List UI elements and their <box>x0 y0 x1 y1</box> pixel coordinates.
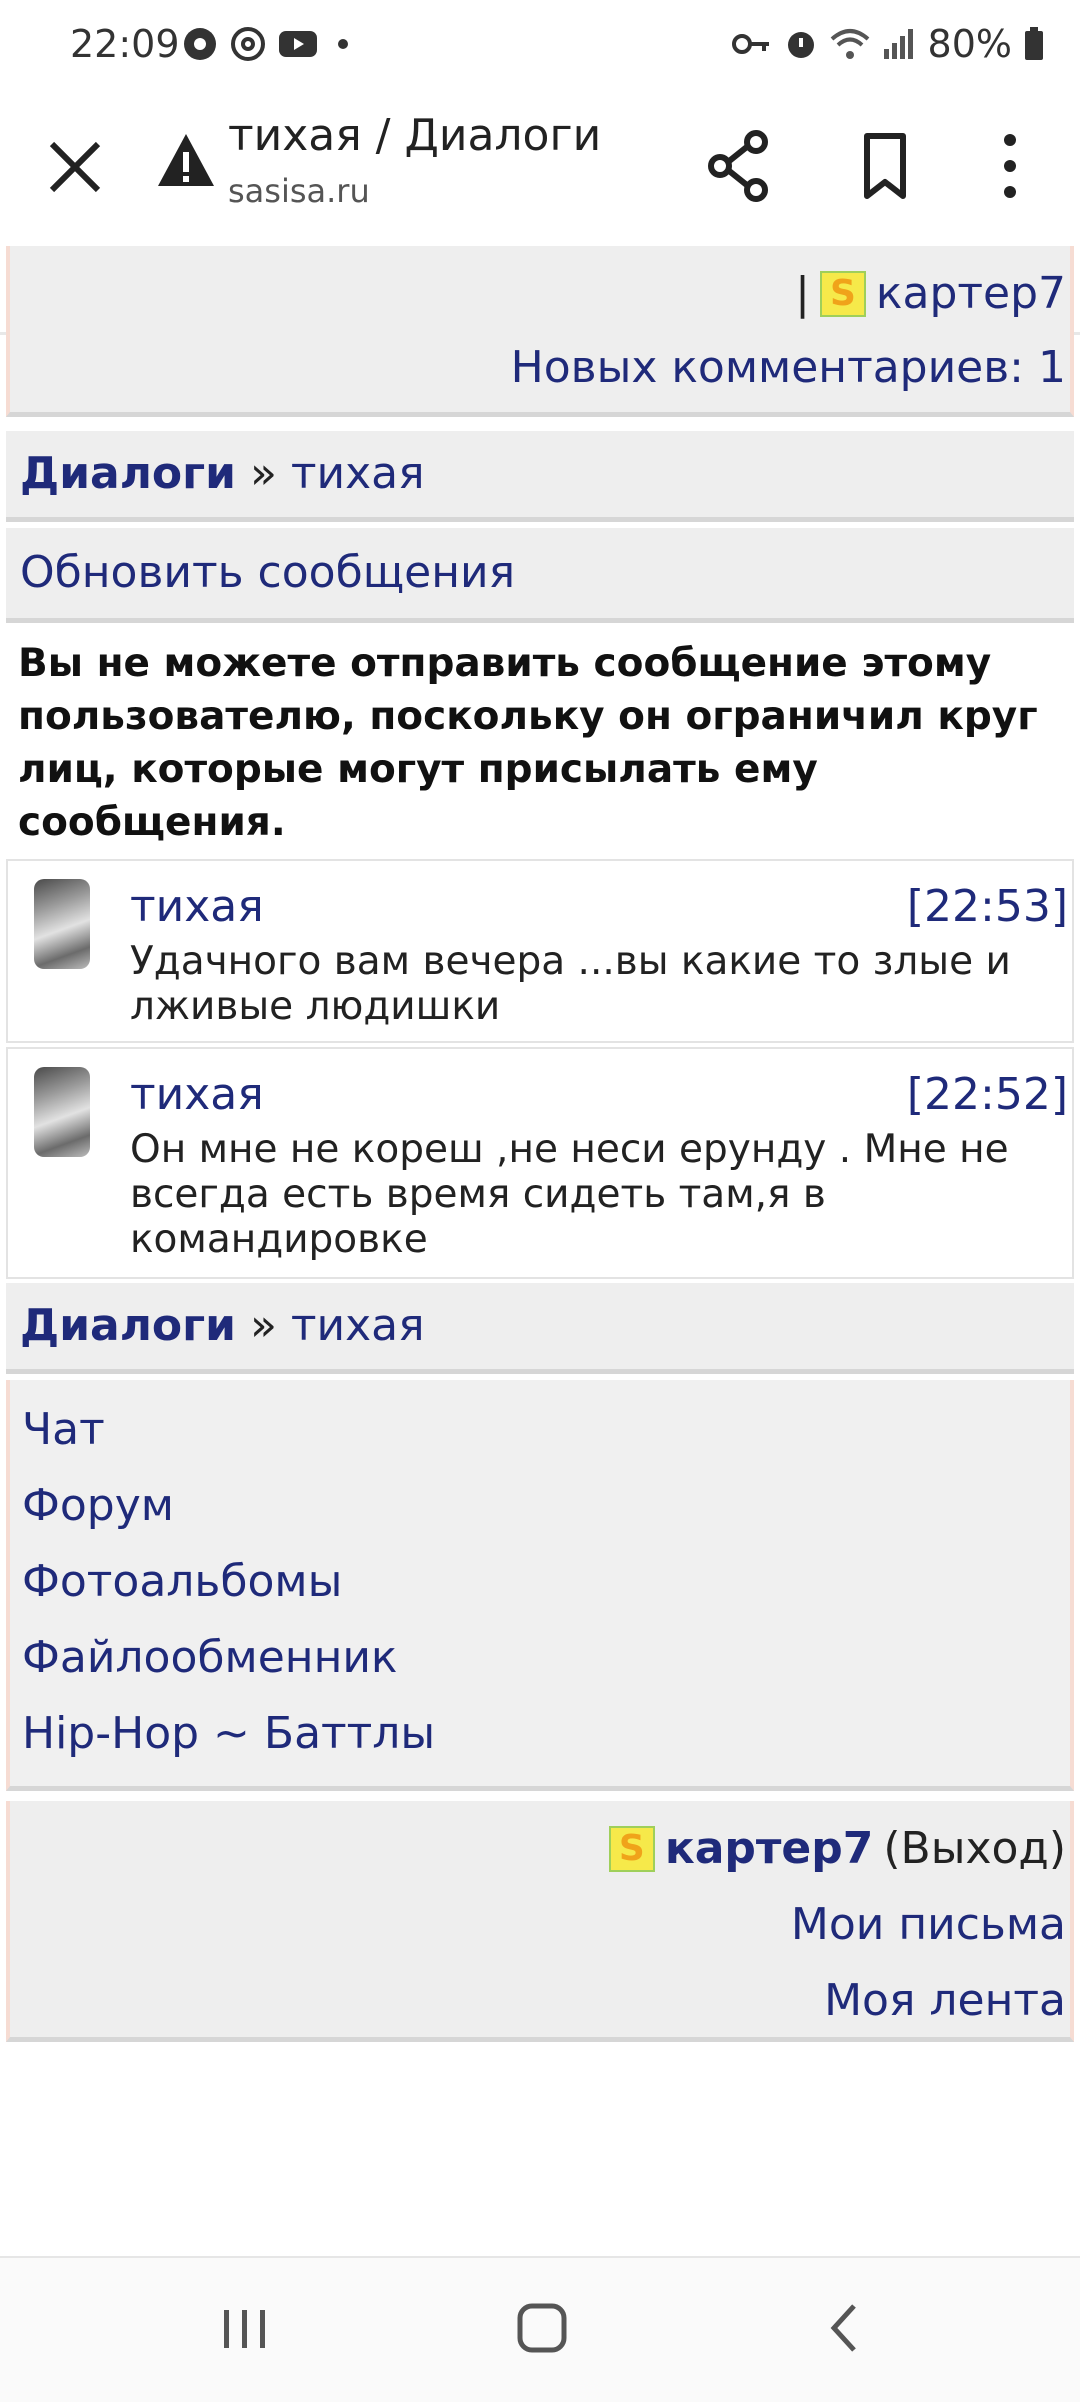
message-item: тихая [22:52] Он мне не кореш ,не неси е… <box>6 1047 1074 1279</box>
message-item: тихая [22:53] Удачного вам вечера ...вы … <box>6 859 1074 1043</box>
user-header: | S картер7 Новых комментариев: 1 <box>6 246 1074 417</box>
message-author-link[interactable]: тихая <box>130 881 264 932</box>
chrome-icon <box>184 28 216 60</box>
menu-item-hiphop-battles[interactable]: Hip-Hop ~ Баттлы <box>22 1696 1070 1772</box>
breadcrumb-dialogs-link[interactable]: Диалоги <box>20 1300 236 1351</box>
menu-item-file-exchange[interactable]: Файлообменник <box>22 1620 1070 1696</box>
breadcrumb-current[interactable]: тихая <box>291 1300 425 1351</box>
close-icon[interactable] <box>40 132 110 202</box>
signal-icon <box>883 29 913 59</box>
recents-icon[interactable] <box>220 2304 270 2354</box>
message-time[interactable]: [22:53] <box>907 881 1068 932</box>
battery-percent: 80% <box>927 22 1012 66</box>
avatar[interactable] <box>34 1067 90 1157</box>
alarm-icon <box>787 32 814 58</box>
header-separator: | <box>795 268 810 319</box>
wifi-icon <box>830 29 869 59</box>
new-comments-link[interactable]: Новых комментариев: 1 <box>511 342 1066 393</box>
breadcrumb-current[interactable]: тихая <box>291 448 425 499</box>
site-badge-icon: S <box>608 1825 655 1872</box>
site-badge-icon: S <box>819 270 866 317</box>
at-icon <box>231 27 265 61</box>
breadcrumb-dialogs-link[interactable]: Диалоги <box>20 448 236 499</box>
my-feed-link[interactable]: Моя лента <box>824 1975 1066 2026</box>
refresh-messages-link[interactable]: Обновить сообщения <box>20 547 515 598</box>
site-menu: Чат Форум Фотоальбомы Файлообменник Hip-… <box>6 1380 1074 1791</box>
breadcrumb-separator: » <box>249 1300 277 1351</box>
status-system-icons: 80% <box>731 22 1044 66</box>
breadcrumb: Диалоги » тихая <box>6 431 1074 522</box>
status-time: 22:09 <box>70 22 180 66</box>
warning-icon[interactable] <box>156 130 216 190</box>
menu-item-photo-albums[interactable]: Фотоальбомы <box>22 1544 1070 1620</box>
page-content: | S картер7 Новых комментариев: 1 Диалог… <box>6 246 1074 2042</box>
more-options-icon[interactable] <box>975 126 1045 206</box>
system-nav-bar <box>0 2256 1080 2402</box>
home-icon[interactable] <box>516 2302 568 2354</box>
share-icon[interactable] <box>700 126 780 206</box>
key-icon <box>731 34 769 54</box>
user-footer: S картер7 (Выход) Мои письма Моя лента <box>6 1801 1074 2042</box>
page-title[interactable]: тихая / Диалоги <box>228 110 601 161</box>
message-author-link[interactable]: тихая <box>130 1069 264 1120</box>
breadcrumb-bottom: Диалоги » тихая <box>6 1283 1074 1374</box>
refresh-bar: Обновить сообщения <box>6 528 1074 623</box>
message-time[interactable]: [22:52] <box>907 1069 1068 1120</box>
battery-icon <box>1025 27 1043 60</box>
logout-link[interactable]: (Выход) <box>883 1823 1066 1874</box>
status-bar: 22:09 80% <box>0 0 1080 92</box>
page-url[interactable]: sasisa.ru <box>228 172 370 210</box>
menu-item-chat[interactable]: Чат <box>22 1392 1070 1468</box>
cannot-send-warning: Вы не можете отправить сообщение этому п… <box>18 641 1038 845</box>
footer-username-link[interactable]: картер7 <box>665 1823 874 1874</box>
avatar[interactable] <box>34 879 90 969</box>
my-letters-link[interactable]: Мои письма <box>791 1899 1066 1950</box>
bookmark-icon[interactable] <box>845 126 925 206</box>
browser-toolbar: тихая / Диалоги sasisa.ru <box>0 92 1080 335</box>
menu-item-forum[interactable]: Форум <box>22 1468 1070 1544</box>
back-icon[interactable] <box>820 2302 872 2354</box>
dot-icon <box>338 39 348 49</box>
breadcrumb-separator: » <box>249 448 277 499</box>
youtube-icon <box>279 31 317 57</box>
header-user: | S картер7 <box>795 268 1066 319</box>
header-username-link[interactable]: картер7 <box>876 268 1066 319</box>
footer-user: S картер7 (Выход) <box>608 1823 1066 1874</box>
status-notification-icons <box>182 26 348 62</box>
